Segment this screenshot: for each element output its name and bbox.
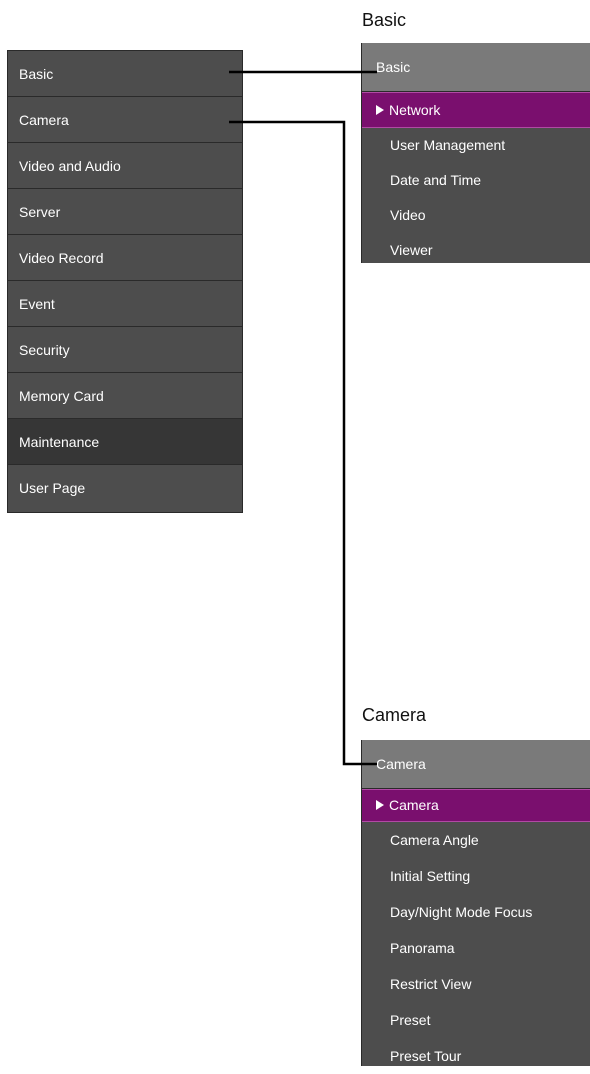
- main-menu-item-memory-card[interactable]: Memory Card: [8, 373, 242, 419]
- main-menu-item-video-and-audio[interactable]: Video and Audio: [8, 143, 242, 189]
- camera-submenu-item-restrict-view[interactable]: Restrict View: [362, 966, 590, 1002]
- basic-submenu-item-network[interactable]: Network: [362, 92, 590, 128]
- camera-panel-caption: Camera: [362, 705, 427, 725]
- camera-connector-line: [229, 120, 377, 766]
- camera-submenu-item-day-night-mode-focus[interactable]: Day/Night Mode Focus: [362, 894, 590, 930]
- basic-submenu-item-date-and-time[interactable]: Date and Time: [362, 163, 590, 198]
- basic-submenu-item-video[interactable]: Video: [362, 198, 590, 233]
- main-menu-item-server[interactable]: Server: [8, 189, 242, 235]
- basic-panel-caption: Basic: [362, 10, 407, 30]
- main-menu: Basic Camera Video and Audio Server Vide…: [7, 50, 243, 513]
- basic-submenu-item-label: Network: [389, 102, 441, 118]
- camera-submenu-item-preset[interactable]: Preset: [362, 1002, 590, 1038]
- camera-submenu-item-label: Camera: [389, 797, 439, 813]
- main-menu-item-maintenance[interactable]: Maintenance: [8, 419, 242, 465]
- camera-panel-header: Camera: [362, 740, 590, 789]
- camera-submenu-item-initial-setting[interactable]: Initial Setting: [362, 858, 590, 894]
- main-menu-item-user-page[interactable]: User Page: [8, 465, 242, 512]
- basic-submenu-list: Network User Management Date and Time Vi…: [362, 92, 590, 268]
- main-menu-item-security[interactable]: Security: [8, 327, 242, 373]
- basic-submenu-panel: Basic Network User Management Date and T…: [361, 43, 590, 263]
- camera-submenu-panel: Camera Camera Camera Angle Initial Setti…: [361, 740, 590, 1066]
- camera-submenu-item-preset-tour[interactable]: Preset Tour: [362, 1038, 590, 1074]
- main-menu-item-camera[interactable]: Camera: [8, 97, 242, 143]
- triangle-right-icon: [376, 105, 384, 115]
- main-menu-item-basic[interactable]: Basic: [8, 51, 242, 97]
- camera-submenu-list: Camera Camera Angle Initial Setting Day/…: [362, 789, 590, 1074]
- main-menu-item-video-record[interactable]: Video Record: [8, 235, 242, 281]
- camera-submenu-item-camera[interactable]: Camera: [362, 789, 590, 822]
- basic-submenu-item-user-management[interactable]: User Management: [362, 128, 590, 163]
- basic-panel-header: Basic: [362, 43, 590, 92]
- triangle-right-icon: [376, 800, 384, 810]
- main-menu-item-event[interactable]: Event: [8, 281, 242, 327]
- basic-submenu-item-viewer[interactable]: Viewer: [362, 233, 590, 268]
- camera-submenu-item-camera-angle[interactable]: Camera Angle: [362, 822, 590, 858]
- camera-submenu-item-panorama[interactable]: Panorama: [362, 930, 590, 966]
